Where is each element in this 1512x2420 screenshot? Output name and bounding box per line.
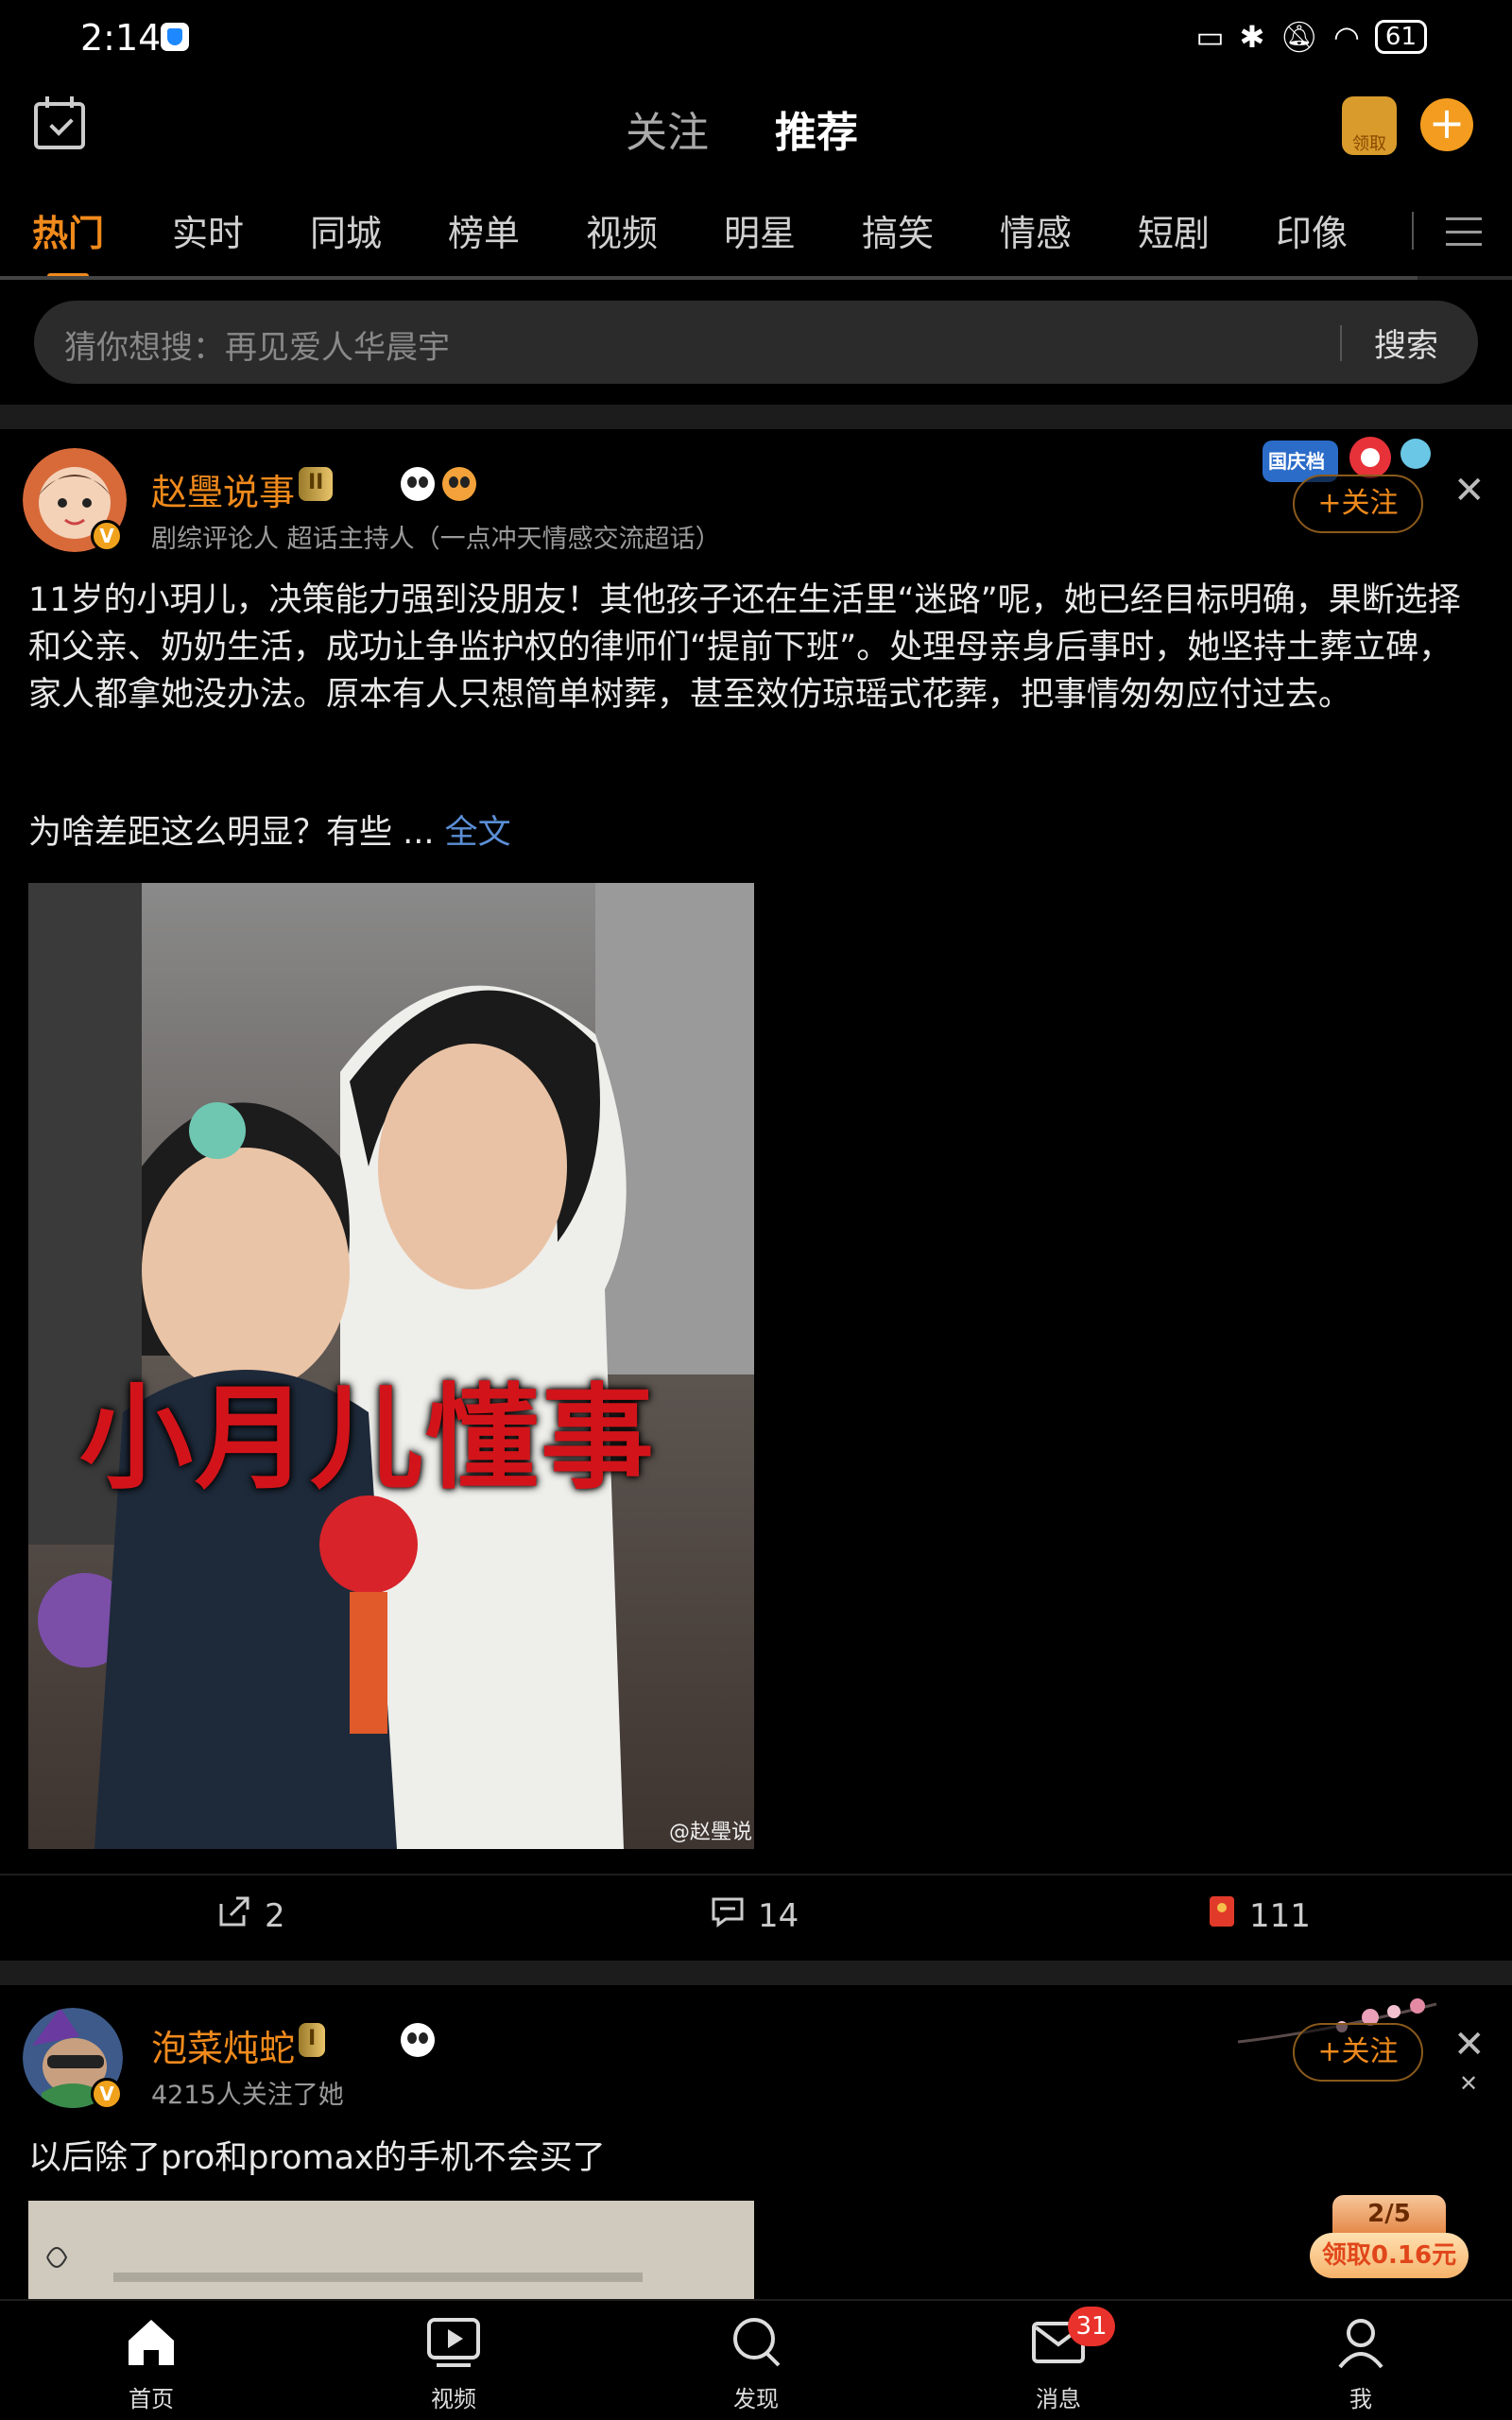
comment-count: 14	[758, 1896, 799, 1935]
tab-realtime[interactable]: 实时	[172, 204, 244, 256]
nav-messages-label: 消息	[1036, 2386, 1081, 2412]
post-image[interactable]: 小月儿懂事 @赵璺说	[28, 883, 754, 1849]
red-envelope-icon	[1208, 1894, 1236, 1937]
nav-me[interactable]: 我	[1304, 2312, 1418, 2413]
tab-follow[interactable]: 关注	[626, 98, 709, 159]
nav-video-label: 视频	[431, 2386, 476, 2412]
task-reward-badge[interactable]: 2/5 领取0.16元	[1310, 2195, 1469, 2278]
tab-local[interactable]: 同城	[310, 204, 382, 256]
home-icon	[129, 2320, 174, 2365]
username[interactable]: 赵璺说事	[151, 463, 295, 515]
post-text-continued: 为啥差距这么明显？有些 ... 全文	[28, 809, 1484, 856]
nav-discover[interactable]: 发现	[699, 2312, 813, 2413]
bottom-nav: 首页 视频 发现 31 消息 我	[0, 2299, 1512, 2420]
tab-celebrity[interactable]: 明星	[724, 204, 796, 256]
nav-messages[interactable]: 31 消息	[1002, 2307, 1115, 2413]
dismiss-icon[interactable]: ✕	[1459, 2070, 1478, 2097]
feed-post[interactable]: V 赵璺说事 II 剧综评论人 超话主持人（一点冲天情感交流超话） 国庆档 +关…	[0, 429, 1512, 1959]
decoration-label: 国庆档	[1268, 450, 1325, 473]
panda-icon	[401, 2023, 435, 2057]
close-icon[interactable]: ✕	[1453, 469, 1486, 512]
close-icon[interactable]: ✕	[1453, 2023, 1486, 2066]
username[interactable]: 泡菜炖蛇	[151, 2019, 295, 2071]
status-bar: 2:14 ▭ ✱ 🔕︎ ◠ 61	[0, 0, 1512, 76]
calendar-check-icon[interactable]	[34, 96, 85, 149]
status-time: 2:14	[80, 17, 162, 59]
comment-icon	[711, 1894, 745, 1937]
user-icon	[1338, 2319, 1383, 2369]
nav-discover-label: 发现	[733, 2386, 779, 2412]
user-subtitle: 剧综评论人 超话主持人（一点冲天情感交流超话）	[151, 525, 721, 554]
image-caption: 小月儿懂事	[79, 1374, 656, 1505]
nav-home-label: 首页	[129, 2386, 174, 2412]
wifi-icon: ◠	[1332, 19, 1360, 55]
tab-scroll-track	[0, 276, 1418, 280]
tab-emotion[interactable]: 情感	[1000, 204, 1072, 256]
separator	[0, 405, 1512, 429]
share-count: 2	[265, 1896, 285, 1935]
nav-me-label: 我	[1349, 2386, 1372, 2412]
image-watermark: @赵璺说	[668, 1821, 752, 1844]
divider	[1412, 212, 1414, 250]
post-text: 以后除了pro和promax的手机不会买了	[28, 2139, 606, 2177]
tab-recommend[interactable]: 推荐	[775, 98, 858, 166]
top-nav: 关注 推荐 领取 +	[0, 85, 1512, 176]
level-badge: I	[299, 2023, 326, 2057]
mute-icon: 🔕︎	[1280, 19, 1318, 55]
message-count-badge: 31	[1068, 2307, 1115, 2346]
post-text-tail: 为啥差距这么明显？有些 ...	[28, 814, 435, 852]
add-post-button[interactable]: +	[1420, 98, 1473, 151]
video-icon	[427, 2318, 480, 2367]
comment-button[interactable]: 14	[711, 1894, 799, 1937]
search-icon	[733, 2318, 781, 2367]
post-text: 11岁的小玥儿，决策能力强到没朋友！其他孩子还在生活里“迷路”呢，她已经目标明确…	[28, 581, 1461, 714]
search-bar[interactable]: 猜你想搜：再见爱人华晨宇 搜索	[34, 301, 1478, 384]
nav-home[interactable]: 首页	[94, 2312, 208, 2413]
separator	[0, 1961, 1512, 1985]
bluetooth-icon: ✱	[1239, 19, 1265, 55]
read-more-link[interactable]: 全文	[445, 814, 511, 852]
category-tabs: 热门 实时 同城 榜单 视频 明星 搞笑 情感 短剧 印像	[0, 189, 1512, 280]
menu-icon[interactable]	[1446, 217, 1482, 246]
verified-icon: V	[91, 2078, 123, 2110]
search-placeholder[interactable]: 猜你想搜：再见爱人华晨宇	[64, 321, 450, 368]
coin-reward-icon[interactable]: 领取	[1342, 96, 1397, 155]
feed-post[interactable]: V 泡菜炖蛇 I 4215人关注了她 +关注 ✕ ✕ 以后除了pro和proma…	[0, 1985, 1512, 2299]
like-button[interactable]: 111	[1208, 1894, 1311, 1937]
post-actions: 2 14 111	[0, 1874, 1512, 1959]
tab-impression[interactable]: 印像	[1276, 204, 1348, 256]
share-icon	[217, 1894, 251, 1937]
post-image[interactable]	[28, 2201, 754, 2299]
task-reward[interactable]: 领取0.16元	[1310, 2233, 1469, 2278]
verified-icon: V	[91, 520, 123, 552]
medal-icon	[442, 467, 476, 501]
task-progress: 2/5	[1332, 2195, 1446, 2233]
tab-short-drama[interactable]: 短剧	[1138, 204, 1210, 256]
nav-video[interactable]: 视频	[397, 2312, 510, 2413]
status-icons: ▭ ✱ 🔕︎ ◠ 61	[1195, 19, 1427, 55]
follow-button[interactable]: +关注	[1293, 2023, 1423, 2082]
share-button[interactable]: 2	[217, 1894, 285, 1937]
shield-icon	[161, 23, 189, 51]
cast-icon: ▭	[1195, 19, 1225, 55]
tab-funny[interactable]: 搞笑	[862, 204, 934, 256]
coin-label: 领取	[1352, 134, 1386, 154]
tab-rankings[interactable]: 榜单	[448, 204, 520, 256]
follow-button[interactable]: +关注	[1293, 475, 1423, 533]
user-subtitle: 4215人关注了她	[151, 2081, 344, 2110]
tab-hot[interactable]: 热门	[32, 204, 104, 279]
panda-icon	[401, 467, 435, 501]
like-count: 111	[1249, 1896, 1311, 1935]
level-badge: II	[299, 467, 334, 501]
search-button[interactable]: 搜索	[1374, 320, 1438, 366]
battery-icon: 61	[1374, 20, 1427, 54]
divider	[1340, 325, 1342, 361]
tab-video[interactable]: 视频	[586, 204, 658, 256]
